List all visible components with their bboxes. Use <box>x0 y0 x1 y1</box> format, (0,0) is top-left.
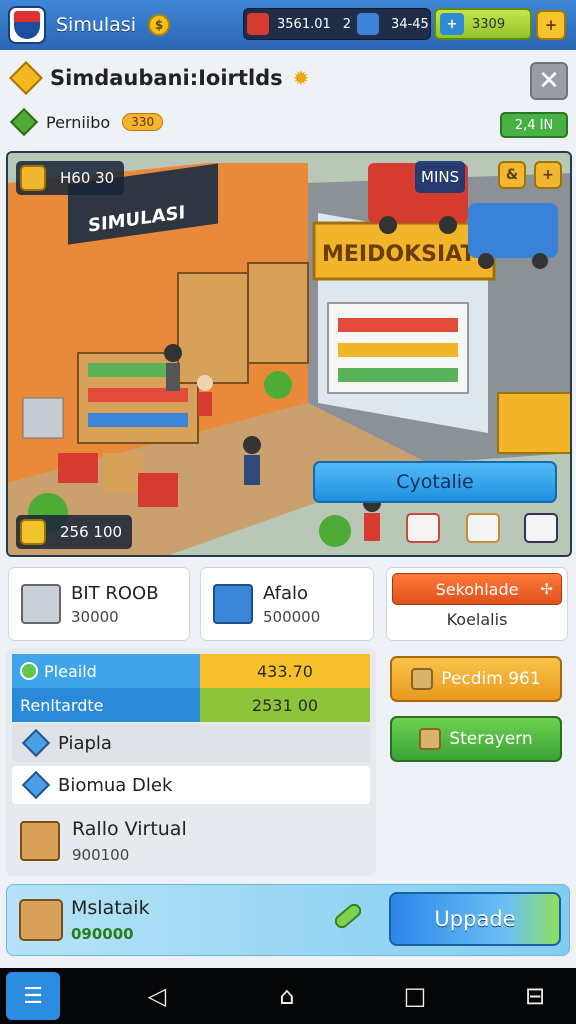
stat-value-3: 34-45 <box>391 16 429 32</box>
stat-bar-1: Pleaild 433.70 <box>12 654 370 688</box>
subtitle-badge: 330 <box>122 113 164 131</box>
page-title-row: Simdaubani:Ioirtlds ✹ <box>9 61 310 95</box>
home-icon[interactable]: ⌂ <box>272 982 302 1010</box>
scene-top-left-value: H60 30 <box>60 169 115 187</box>
scene-hex-left-button[interactable]: & <box>498 161 526 189</box>
register-icon <box>19 899 63 941</box>
card-box-title: Afalo <box>263 582 309 604</box>
level-badge[interactable]: 2,4 IN <box>500 112 568 138</box>
list-item-1-label: Piapla <box>58 732 112 754</box>
card-box[interactable]: Afalo 500000 <box>200 567 374 641</box>
stat-bar-2-value: 2531 00 <box>200 688 370 722</box>
shelf-card: Sekohlade ✢ Koelalis <box>386 567 568 641</box>
blue-box-icon <box>357 13 380 35</box>
back-icon[interactable]: ◁ <box>142 982 172 1010</box>
shop-button[interactable]: Cyotalie <box>313 461 557 503</box>
diamond-icon <box>9 61 43 95</box>
scene-bottom-left-value: 256 100 <box>60 523 123 541</box>
subtitle: Perniibo <box>46 112 111 132</box>
upgrade-panel: Mslataik 090000 Uppade <box>6 884 570 956</box>
shield-icon <box>14 11 40 39</box>
upgrade-title: Mslataik <box>71 897 150 919</box>
shelf-card-subtitle: Koelalis <box>446 610 508 629</box>
scene-bottom-left-label: 256 100 <box>16 515 133 549</box>
basket-icon <box>21 584 61 624</box>
subtitle-row: Perniibo 330 <box>9 107 164 137</box>
card-basket-value: 30000 <box>71 607 119 626</box>
check-icon <box>20 662 38 680</box>
stat-bar-2-label: Renltardte <box>12 688 200 722</box>
coin-icon[interactable]: $ <box>148 14 170 36</box>
menu-button[interactable]: ☰ <box>6 972 60 1020</box>
cube-icon <box>21 770 51 800</box>
crate-icon <box>20 821 60 861</box>
stat-bar-1-value: 433.70 <box>200 654 370 688</box>
add-currency-button[interactable]: + <box>536 10 566 40</box>
app-title: Simulasi <box>56 14 136 36</box>
shelf-button-label: Sekohlade <box>435 579 519 599</box>
close-button[interactable]: ✕ <box>530 62 568 100</box>
scene-hex-right-button[interactable]: + <box>534 161 562 189</box>
recent-apps-icon[interactable]: □ <box>400 982 430 1010</box>
cube-icon <box>21 728 51 758</box>
sparkle-icon: ✹ <box>292 66 310 90</box>
app-logo[interactable] <box>8 6 46 44</box>
store-sign-right: MEIDOKSIAT <box>322 242 475 267</box>
red-badge-icon <box>247 13 269 35</box>
scene-top-left-label: H60 30 <box>16 161 125 195</box>
green-gem-icon <box>9 107 39 137</box>
stat-bar-1-label-cell: Pleaild <box>12 654 200 688</box>
product-value: 900100 <box>72 846 130 864</box>
card-basket[interactable]: BIT ROOB 30000 <box>8 567 190 641</box>
stat-value-2: 2 <box>342 16 352 32</box>
scene-top-right-label: MINS <box>415 161 466 193</box>
stat-bar-1-label: Pleaild <box>44 661 97 681</box>
shelf-button[interactable]: Sekohlade ✢ <box>392 573 562 605</box>
shop-icon-1[interactable] <box>406 513 440 543</box>
page-title: Simdaubani:Ioirtlds <box>50 66 283 90</box>
list-item-2-label: Biomua Dlek <box>58 774 173 796</box>
card-basket-title: BIT ROOB <box>71 582 159 604</box>
shield-badge-icon <box>20 165 46 191</box>
storage-button[interactable]: Sterayern <box>390 716 562 762</box>
product-row[interactable]: Rallo Virtual 900100 <box>20 818 187 864</box>
purchase-button[interactable]: Pecdim 961 <box>390 656 562 702</box>
product-title: Rallo Virtual <box>72 818 187 840</box>
upgrade-value: 090000 <box>71 925 134 943</box>
box-icon <box>419 728 442 750</box>
purchase-button-label: Pecdim 961 <box>441 669 541 689</box>
screenshot-icon[interactable]: ⊟ <box>520 982 550 1010</box>
resource-stats: 3561.01 2 34-45 <box>243 8 431 40</box>
list-item-1[interactable]: Piapla <box>12 724 370 762</box>
stat-bar-2: Renltardte 2531 00 <box>12 688 370 722</box>
stats-panel: Pleaild 433.70 Renltardte 2531 00 Piapla… <box>6 648 376 876</box>
shop-icon-3[interactable] <box>524 513 558 543</box>
shop-icon-2[interactable] <box>466 513 500 543</box>
currency-value: 3309 <box>472 16 506 32</box>
tag-icon <box>411 668 434 690</box>
upgrade-button[interactable]: Uppade <box>389 892 561 946</box>
store-scene[interactable]: SIMULASI MEIDOKSIAT H60 30 MINS & + 256 … <box>6 151 572 557</box>
pill-icon <box>332 900 364 932</box>
scene-top-right-value: MINS <box>421 168 460 186</box>
list-item-2[interactable]: Biomua Dlek <box>12 766 370 804</box>
currency-pill[interactable]: + 3309 <box>434 8 532 40</box>
storage-button-label: Sterayern <box>449 729 533 749</box>
system-nav-bar: ☰ ◁ ⌂ □ ⊟ <box>0 968 576 1024</box>
box-icon <box>213 584 253 624</box>
cash-icon <box>20 519 46 545</box>
card-box-value: 500000 <box>263 607 321 626</box>
plus-icon[interactable]: + <box>440 13 464 35</box>
shelf-button-icon: ✢ <box>540 580 553 598</box>
stat-value-1: 3561.01 <box>277 16 331 32</box>
